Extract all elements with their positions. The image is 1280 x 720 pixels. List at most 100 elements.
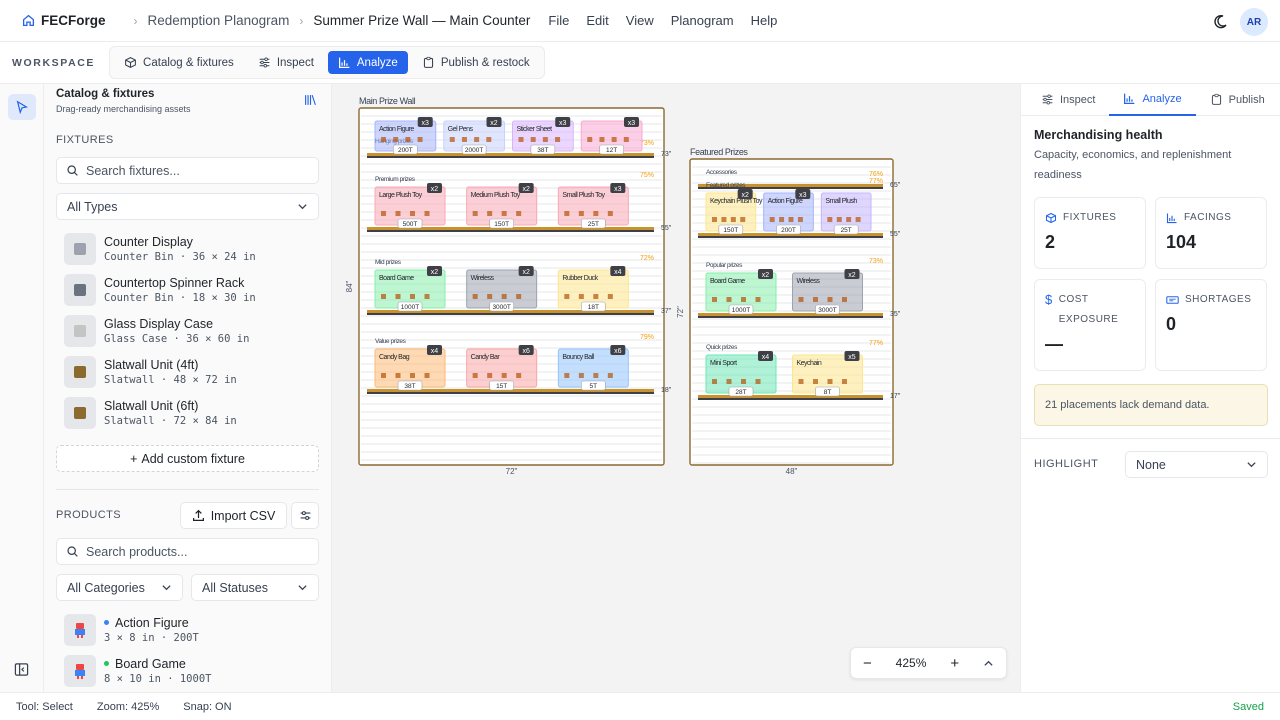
qty-badge: x4: [762, 354, 770, 361]
toggle-sidebar-button[interactable]: [14, 662, 29, 680]
plus-icon: +: [130, 451, 138, 466]
shelf-edge: [367, 156, 654, 158]
bar-chart-icon: [1166, 213, 1177, 224]
qty-badge: x4: [431, 348, 439, 355]
right-tab-inspect-label: Inspect: [1060, 93, 1096, 106]
tab-analyze[interactable]: Analyze: [327, 51, 408, 74]
fixture-color-chip: [74, 243, 86, 255]
menu-planogram[interactable]: Planogram: [671, 13, 734, 28]
right-tab-publish-label: Publish: [1228, 93, 1265, 106]
fixture-swatch: [64, 315, 96, 347]
product-facing: [712, 379, 717, 384]
price-tag: 2000T: [465, 147, 483, 154]
product-facing: [424, 373, 430, 378]
right-tab-inspect[interactable]: Inspect: [1027, 84, 1109, 116]
type-filter-select[interactable]: All Types: [56, 193, 319, 220]
zoom-in-button[interactable]: +: [950, 655, 959, 672]
home-icon: [22, 14, 35, 27]
top-bar: FECForge › Redemption Planogram › Summer…: [0, 0, 1280, 42]
zoom-out-button[interactable]: −: [863, 655, 872, 672]
highlight-select[interactable]: None: [1125, 451, 1268, 478]
highlight-value: None: [1136, 457, 1166, 472]
product-facing: [542, 137, 548, 142]
fixture-item[interactable]: Slatwall Unit (6ft) Slatwall · 72 × 84 in: [64, 393, 314, 433]
fixture-search-input[interactable]: Search fixtures...: [56, 157, 319, 184]
product-facing: [842, 379, 847, 384]
product-facing: [607, 294, 613, 299]
avatar[interactable]: AR: [1240, 8, 1268, 36]
menu-file[interactable]: File: [548, 13, 569, 28]
fixture-item[interactable]: Counter Display Counter Bin · 36 × 24 in: [64, 229, 314, 269]
sidebar-toggle-icon: [14, 663, 29, 676]
product-facing: [769, 217, 775, 222]
product-item[interactable]: Action Figure 3 × 8 in · 200T: [64, 610, 314, 650]
product-facing: [381, 137, 386, 142]
qty-badge: x3: [799, 192, 807, 199]
product-facing: [449, 137, 455, 142]
menu-view[interactable]: View: [626, 13, 654, 28]
product-facing: [501, 211, 507, 216]
library-icon[interactable]: [304, 94, 317, 109]
shelf-height-label: 18": [661, 387, 672, 394]
product-search-input[interactable]: Search products...: [56, 538, 319, 565]
tab-publish-restock[interactable]: Publish & restock: [412, 51, 540, 74]
fixture-item[interactable]: Slatwall Unit (4ft) Slatwall · 48 × 72 in: [64, 352, 314, 392]
box-icon: [125, 57, 136, 68]
qty-badge: x6: [614, 348, 622, 355]
product-facing: [827, 217, 833, 222]
breadcrumb-item-planogram[interactable]: Redemption Planogram: [148, 13, 290, 28]
product-facing: [827, 379, 833, 384]
metric-label: FACINGS: [1184, 212, 1232, 223]
price-tag: 500T: [403, 221, 418, 228]
select-tool-button[interactable]: [8, 94, 36, 120]
product-facing: [755, 297, 761, 302]
product-facing: [813, 297, 818, 302]
menu-help[interactable]: Help: [751, 13, 778, 28]
shelf-edge: [698, 236, 883, 238]
fixture-swatch: [64, 356, 96, 388]
fixture-item[interactable]: Glass Display Case Glass Case · 36 × 60 i…: [64, 311, 314, 351]
product-facing: [798, 297, 804, 302]
moon-icon[interactable]: [1212, 14, 1228, 30]
product-facing: [530, 137, 536, 142]
metric-value: 104: [1166, 232, 1197, 252]
fixtures-section-label: FIXTURES: [56, 134, 114, 146]
right-tab-analyze[interactable]: Analyze: [1109, 84, 1196, 116]
product-facing: [755, 379, 761, 384]
shelf-height-label: 35": [890, 311, 901, 318]
product-name: Action Figure: [115, 615, 189, 630]
planogram-drawing[interactable]: Main Prize Wall72"84"73"73%Hanging prize…: [332, 84, 1020, 692]
product-facing: [472, 373, 478, 378]
breadcrumb-item-current[interactable]: Summer Prize Wall — Main Counter: [313, 13, 530, 28]
tab-inspect[interactable]: Inspect: [248, 51, 324, 74]
right-tabs: Inspect Analyze Publish: [1021, 84, 1280, 116]
product-facing: [578, 373, 584, 378]
tab-catalog[interactable]: Catalog & fixtures: [114, 51, 244, 74]
right-tab-publish[interactable]: Publish: [1196, 84, 1279, 116]
add-custom-fixture-button[interactable]: + Add custom fixture: [56, 445, 319, 472]
category-filter-select[interactable]: All Categories: [56, 574, 183, 601]
shelf-group-label: Accessories: [706, 169, 738, 176]
product-facing: [518, 137, 524, 142]
product-settings-button[interactable]: [291, 502, 319, 529]
product-facing: [424, 294, 430, 299]
metric-label: FIXTURES: [1063, 212, 1117, 223]
import-csv-button[interactable]: Import CSV: [180, 502, 287, 529]
planogram-canvas[interactable]: Main Prize Wall72"84"73"73%Hanging prize…: [332, 84, 1020, 692]
status-filter-select[interactable]: All Statuses: [191, 574, 319, 601]
item-label: Wireless: [797, 278, 821, 285]
sliders-icon: [259, 57, 270, 68]
app-brand[interactable]: FECForge: [22, 13, 106, 28]
fixture-dims: Slatwall · 48 × 72 in: [104, 373, 237, 386]
item-label: Rubber Duck: [562, 275, 598, 282]
right-tab-analyze-label: Analyze: [1142, 92, 1182, 105]
chevron-up-icon[interactable]: [983, 658, 994, 669]
product-item[interactable]: Board Game 8 × 10 in · 1000T: [64, 651, 314, 691]
fixture-item[interactable]: Countertop Spinner Rack Counter Bin · 18 …: [64, 270, 314, 310]
product-facing: [813, 379, 818, 384]
price-tag: 28T: [735, 389, 746, 396]
metric-card-shortages: SHORTAGES 0: [1155, 279, 1267, 371]
menu-edit[interactable]: Edit: [586, 13, 608, 28]
shelf-height-label: 55": [890, 231, 901, 238]
price-tag: 38T: [537, 147, 548, 154]
